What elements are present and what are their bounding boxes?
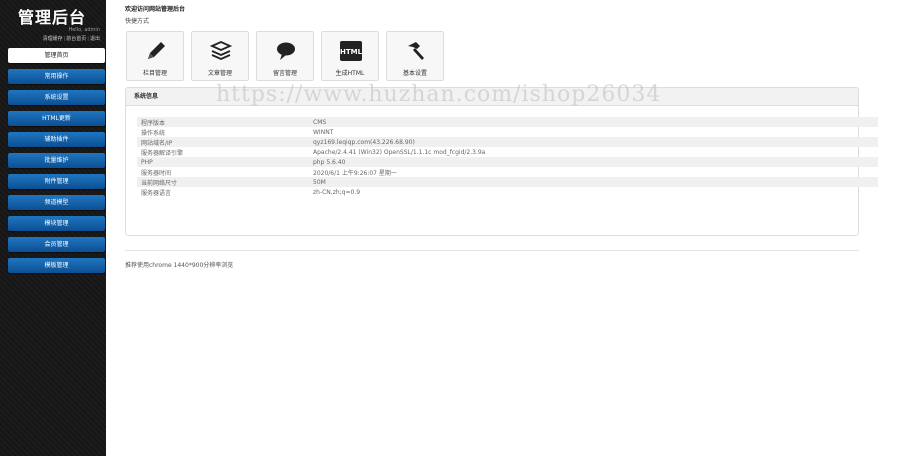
divider — [125, 250, 859, 251]
watermark: https://www.huzhan.com/ishop26034 — [216, 82, 662, 107]
shortcut-label: 文章管理 — [207, 70, 232, 77]
footer-note: 推荐使用chrome 1440*900分辨率浏览 — [125, 262, 234, 269]
nav-item-modules[interactable]: 模块管理 — [8, 216, 105, 231]
info-value: 2020/6/1 上午9:26:07 星期一 — [313, 169, 397, 177]
nav-item-members[interactable]: 会员管理 — [8, 237, 105, 252]
table-row: 程序版本 CMS — [137, 117, 878, 127]
info-value: WINNT — [313, 128, 334, 136]
stack-icon — [209, 41, 233, 60]
info-value: Apache/2.4.41 (Win32) OpenSSL/1.1.1c mod… — [313, 148, 486, 156]
sidebar: 管理后台 Hello, admin 清理缓存|前台首页|退出 管理首页 常用操作… — [0, 0, 106, 456]
info-value: 50M — [309, 177, 878, 187]
info-value: php 5.6.40 — [309, 157, 878, 167]
nav-item-html-update[interactable]: HTML更新 — [8, 111, 105, 126]
info-key: 服务器时间 — [141, 169, 172, 177]
greeting: Hello, admin — [68, 27, 100, 33]
table-row: 服务器时间 2020/6/1 上午9:26:07 星期一 — [137, 167, 878, 177]
info-key: 程序版本 — [137, 117, 309, 127]
nav-item-templates[interactable]: 模板管理 — [8, 258, 105, 273]
info-key: 服务器语言 — [141, 189, 172, 197]
system-info-table: 程序版本 CMS 操作系统 WINNT 网站域名/IP qyz169.leqiqp.c… — [137, 117, 878, 197]
html-icon-text: HTML — [340, 48, 363, 56]
nav-item-plugins[interactable]: 辅助插件 — [8, 132, 105, 147]
shortcut-article-manage[interactable]: 文章管理 — [191, 31, 249, 81]
info-key: 操作系统 — [141, 129, 166, 137]
shortcut-basic-settings[interactable]: 基本设置 — [386, 31, 444, 81]
nav-item-channel-models[interactable]: 频道模型 — [8, 195, 105, 210]
chat-bubble-icon — [277, 42, 295, 60]
nav-item-system-settings[interactable]: 系统设置 — [8, 90, 105, 105]
main-content: 欢迎访问网站管理后台 快捷方式 栏目管理 文章管理 留言管理 HTML 生成HT… — [106, 0, 900, 456]
pencil-icon — [148, 42, 165, 59]
info-key: 当前网络尺寸 — [137, 177, 309, 187]
shortcut-label: 留言管理 — [272, 70, 297, 77]
shortcut-message-manage[interactable]: 留言管理 — [256, 31, 314, 81]
user-links: 清理缓存|前台首页|退出 — [43, 35, 100, 42]
html-icon: HTML — [340, 41, 363, 61]
table-row: PHP php 5.6.40 — [137, 157, 878, 167]
frontend-home-link[interactable]: 前台首页 — [66, 36, 86, 42]
info-key: PHP — [137, 157, 309, 167]
shortcut-title: 快捷方式 — [125, 18, 150, 25]
system-info-panel: 系统信息 程序版本 CMS 操作系统 WINNT 网站域名/IP qyz169.leq… — [125, 87, 878, 236]
table-row: 操作系统 WINNT — [137, 127, 878, 137]
info-value: qyz169.leqiqp.com(43.226.68.90) — [309, 137, 878, 147]
sidebar-nav: 管理首页 常用操作 系统设置 HTML更新 辅助插件 批量维护 附件管理 频道模… — [8, 48, 105, 279]
welcome-text: 欢迎访问网站管理后台 — [125, 6, 186, 13]
table-row: 服务器语言 zh-CN,zh;q=0.9 — [137, 187, 878, 197]
hammer-icon — [408, 42, 424, 60]
shortcut-label: 栏目管理 — [142, 70, 167, 77]
nav-item-admin-home[interactable]: 管理首页 — [8, 48, 105, 63]
shortcut-label: 基本设置 — [402, 70, 427, 77]
nav-item-attachments[interactable]: 附件管理 — [8, 174, 105, 189]
info-value: CMS — [309, 117, 878, 127]
nav-item-batch-maintenance[interactable]: 批量维护 — [8, 153, 105, 168]
logout-link[interactable]: 退出 — [90, 36, 100, 42]
shortcut-generate-html[interactable]: HTML 生成HTML — [321, 31, 379, 81]
info-value: zh-CN,zh;q=0.9 — [313, 188, 361, 196]
table-row: 当前网络尺寸 50M — [137, 177, 878, 187]
table-row: 网站域名/IP qyz169.leqiqp.com(43.226.68.90) — [137, 137, 878, 147]
shortcut-category-manage[interactable]: 栏目管理 — [126, 31, 184, 81]
logo: 管理后台 — [18, 8, 87, 27]
shortcut-label: 生成HTML — [335, 70, 365, 77]
info-key: 网站域名/IP — [137, 137, 309, 147]
nav-item-common-ops[interactable]: 常用操作 — [8, 69, 105, 84]
table-row: 服务器解译引擎 Apache/2.4.41 (Win32) OpenSSL/1.1… — [137, 147, 878, 157]
separator: | — [87, 36, 89, 42]
clear-cache-link[interactable]: 清理缓存 — [43, 36, 63, 42]
info-key: 服务器解译引擎 — [141, 149, 184, 157]
